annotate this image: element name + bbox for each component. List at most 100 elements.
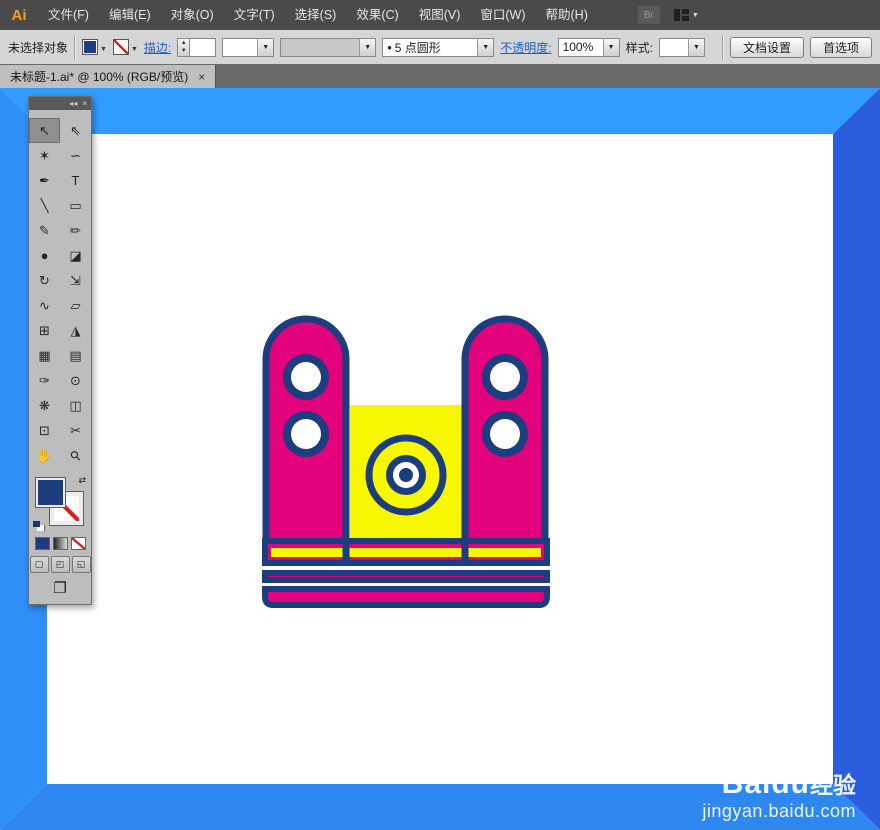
menu-bar: Ai 文件(F) 编辑(E) 对象(O) 文字(T) 选择(S) 效果(C) 视… [0,0,880,31]
document-tab[interactable]: 未标题-1.ai* @ 100% (RGB/预览) × [0,65,217,88]
eraser-tool-icon: ◪ [69,247,82,263]
draw-behind-button[interactable]: ◰ [50,556,70,573]
brush-profile-select[interactable]: ▼ [280,37,377,57]
line-segment-tool[interactable]: ╲ [29,193,60,218]
screen-mode-row: ❐ [29,576,91,604]
menu-edit[interactable]: 编辑(E) [99,0,161,30]
chevron-down-icon: ▼ [130,46,138,53]
document-tab-bar: 未标题-1.ai* @ 100% (RGB/预览) × [0,64,880,88]
color-button[interactable] [34,537,50,550]
draw-normal-button[interactable]: ▢ [29,556,49,573]
fill-color-dropdown[interactable]: ▼ [82,39,107,55]
direct-selection-tool-icon: ⇖ [70,122,81,138]
stroke-weight-input[interactable] [190,37,217,57]
menu-object[interactable]: 对象(O) [161,0,224,30]
zoom-tool-icon: ⚲ [66,446,84,464]
shape-builder-tool[interactable]: ⊞ [29,318,60,343]
bridge-button[interactable]: Br [637,6,660,24]
perspective-grid-tool-icon: ◮ [70,322,81,338]
magic-wand-tool[interactable]: ✶ [29,143,60,168]
document-setup-button[interactable]: 文档设置 [729,36,804,58]
eraser-tool[interactable]: ◪ [60,243,91,268]
stroke-color-dropdown[interactable]: ▼ [112,39,138,55]
column-graph-tool[interactable]: ◫ [60,393,91,418]
style-select[interactable]: ▼ [658,37,705,57]
stepper-arrows[interactable]: ▲ ▼ [177,37,191,57]
slice-tool-icon: ✂ [70,422,81,438]
artboard-tool[interactable]: ⊡ [29,418,60,443]
pen-tool[interactable]: ✒ [29,168,60,193]
menu-file[interactable]: 文件(F) [38,0,99,30]
close-panel-icon[interactable]: × [82,97,87,110]
base-bands[interactable] [262,538,550,608]
symbol-sprayer-tool[interactable]: ❋ [29,393,60,418]
blend-tool[interactable]: ⊙ [60,368,91,393]
collapse-panel-icon[interactable]: ◂◂ [69,97,77,110]
none-button[interactable] [70,537,86,550]
tools-panel-header[interactable]: ◂◂ × [29,97,91,110]
document-title: 未标题-1.ai* @ 100% (RGB/预览) [10,70,189,84]
default-fill-stroke-icon[interactable] [33,521,45,531]
fill-swatch[interactable] [35,477,66,508]
pen-tool-icon: ✒ [39,172,50,188]
menu-effect[interactable]: 效果(C) [346,0,408,30]
left-bottom-circle [291,419,321,449]
swap-fill-stroke-icon[interactable]: ⇄ [78,475,86,486]
pencil-tool[interactable]: ✏ [60,218,91,243]
menu-type[interactable]: 文字(T) [224,0,285,30]
variable-width-select[interactable]: ▼ [222,37,275,57]
speaker-left[interactable] [262,315,350,546]
subwoofer[interactable] [350,405,462,542]
workspace-icon [673,9,689,21]
selection-tool[interactable]: ↖ [29,118,60,143]
right-top-circle [490,362,520,392]
eyedropper-tool[interactable]: ✑ [29,368,60,393]
free-transform-tool[interactable]: ▱ [60,293,91,318]
opacity-link[interactable]: 不透明度: [500,39,551,56]
pencil-tool-icon: ✏ [70,222,81,238]
chevron-down-icon: ▼ [257,38,274,56]
speaker-right[interactable] [461,315,549,546]
brush-definition-value: • 5 点圆形 [387,39,441,55]
zoom-tool[interactable]: ⚲ [60,443,91,468]
chevron-down-icon: ▼ [602,38,619,56]
tool-grid: ↖ ⇖ ✶ ∽ ✒ T ╲ ▭ ✎ ✏ ● ◪ ↻ ⇲ ∿ ▱ ⊞ ◮ ▦ ▤ … [29,110,91,468]
workspace-switcher[interactable]: ▼ [673,9,699,21]
menu-select[interactable]: 选择(S) [285,0,347,30]
hand-tool[interactable]: ✋ [29,443,60,468]
draw-inside-button[interactable]: ◱ [71,556,91,573]
app-logo: Ai [11,6,27,24]
scale-tool[interactable]: ⇲ [60,268,91,293]
speaker-artwork[interactable] [258,312,554,612]
preferences-button[interactable]: 首选项 [809,36,872,58]
menu-view[interactable]: 视图(V) [409,0,471,30]
rotate-tool[interactable]: ↻ [29,268,60,293]
screen-mode-button[interactable]: ❐ [53,581,66,597]
opacity-select[interactable]: 100% ▼ [557,37,620,57]
brush-definition-select[interactable]: • 5 点圆形 ▼ [382,37,495,57]
paintbrush-tool[interactable]: ✎ [29,218,60,243]
blob-brush-tool[interactable]: ● [29,243,60,268]
rotate-tool-icon: ↻ [39,272,50,288]
band-middle-strip [262,570,550,583]
menu-help[interactable]: 帮助(H) [536,0,598,30]
width-tool[interactable]: ∿ [29,293,60,318]
stroke-weight-link[interactable]: 描边: [144,39,171,56]
mesh-tool[interactable]: ▦ [29,343,60,368]
perspective-grid-tool[interactable]: ◮ [60,318,91,343]
rectangle-tool[interactable]: ▭ [60,193,91,218]
direct-selection-tool[interactable]: ⇖ [60,118,91,143]
main-menu: 文件(F) 编辑(E) 对象(O) 文字(T) 选择(S) 效果(C) 视图(V… [38,0,598,30]
gradient-tool[interactable]: ▤ [60,343,91,368]
fill-stroke-widget: ⇄ [29,472,91,534]
canvas-area[interactable]: Baidu经验 jingyan.baidu.com [0,88,880,830]
slice-tool[interactable]: ✂ [60,418,91,443]
shape-builder-tool-icon: ⊞ [39,322,50,338]
tab-close-icon[interactable]: × [198,70,205,84]
menu-window[interactable]: 窗口(W) [470,0,535,30]
lasso-tool-icon: ∽ [70,147,81,163]
frame-top [0,88,880,134]
gradient-button[interactable] [52,537,68,550]
type-tool[interactable]: T [60,168,91,193]
lasso-tool[interactable]: ∽ [60,143,91,168]
